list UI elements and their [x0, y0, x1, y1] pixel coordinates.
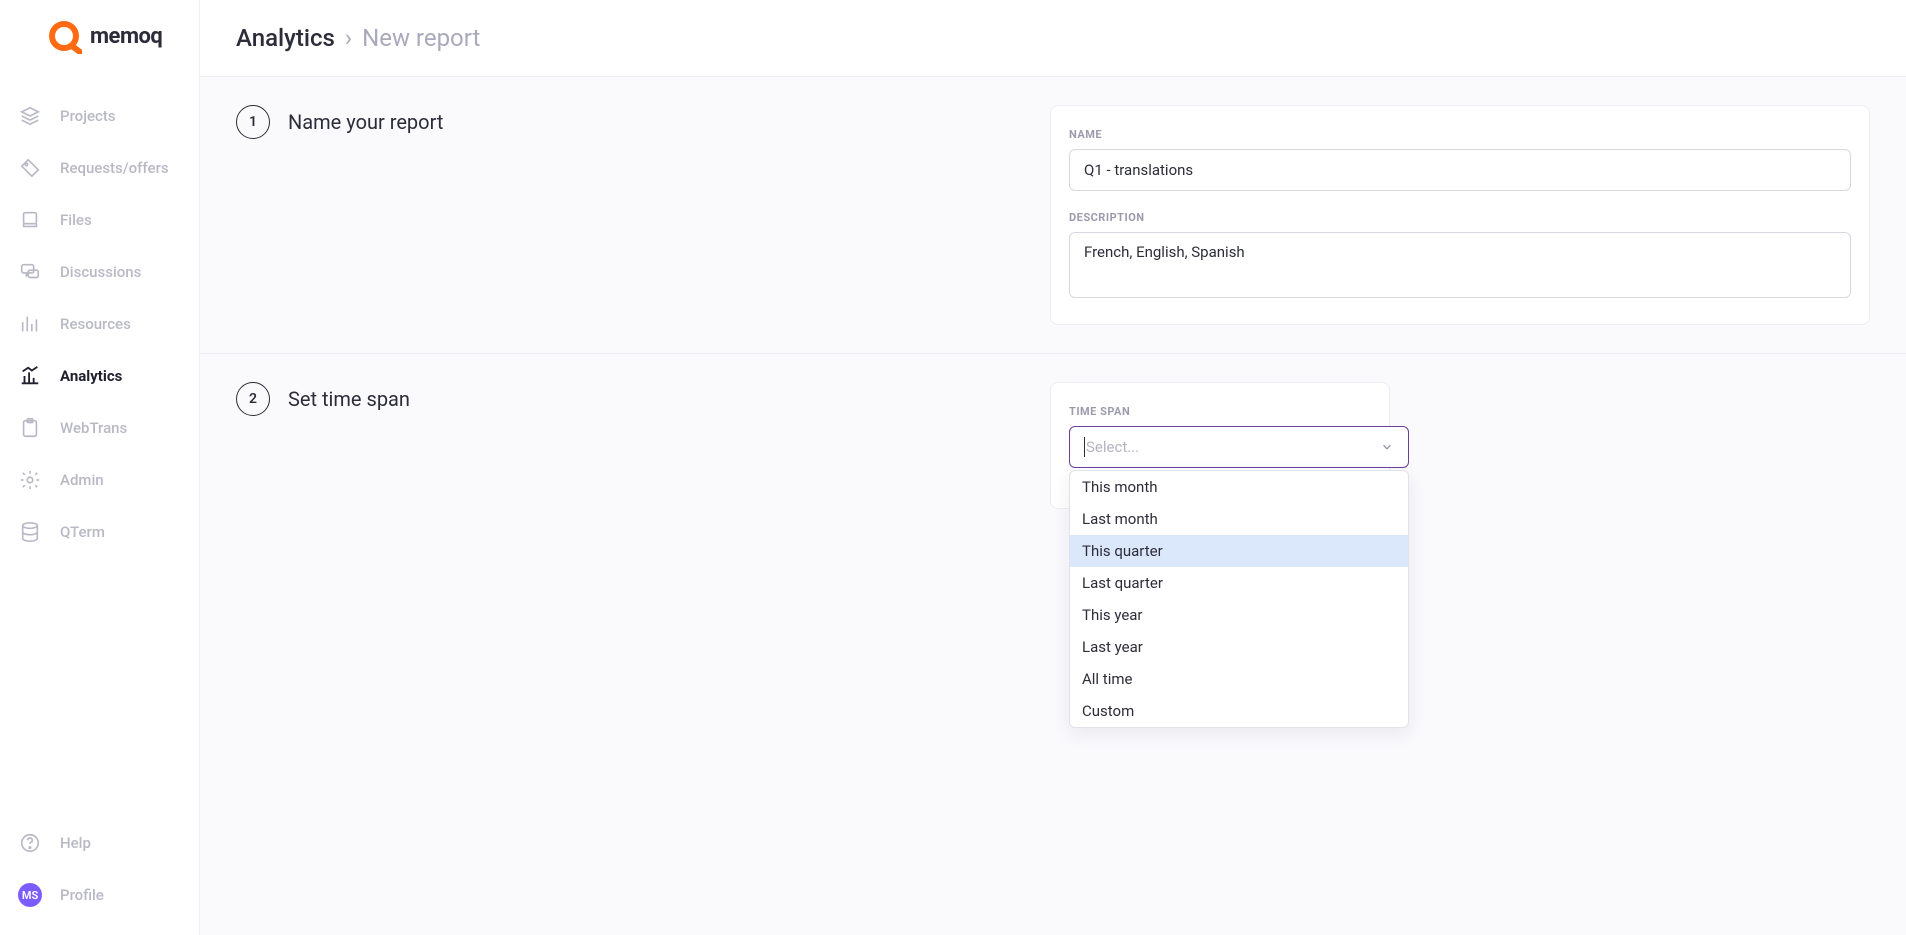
folders-icon	[18, 208, 42, 232]
step-title: Set time span	[288, 387, 410, 411]
sidebar-item-label: Help	[60, 834, 91, 852]
footer-nav: Help MS Profile	[0, 817, 199, 935]
timespan-dropdown: This monthLast monthThis quarterLast qua…	[1069, 470, 1409, 728]
step-title: Name your report	[288, 110, 443, 134]
bars-icon	[18, 312, 42, 336]
panel-name-report: NAME DESCRIPTION	[1050, 105, 1870, 325]
report-name-input[interactable]	[1069, 149, 1851, 191]
sidebar: memoq Projects Requests/offers	[0, 0, 200, 935]
section-name-report: 1 Name your report NAME DESCRIPTION	[200, 77, 1906, 353]
sidebar-item-requests[interactable]: Requests/offers	[0, 142, 199, 194]
report-description-input[interactable]	[1069, 232, 1851, 298]
sidebar-item-label: Files	[60, 211, 92, 229]
sidebar-item-label: Projects	[60, 107, 116, 125]
sidebar-item-admin[interactable]: Admin	[0, 454, 199, 506]
timespan-placeholder: Select...	[1086, 438, 1139, 456]
timespan-option[interactable]: This year	[1070, 599, 1408, 631]
db-icon	[18, 520, 42, 544]
timespan-option[interactable]: Last year	[1070, 631, 1408, 663]
sidebar-item-label: Discussions	[60, 263, 141, 281]
step-number: 1	[236, 105, 270, 139]
sidebar-item-label: Resources	[60, 315, 131, 333]
timespan-option[interactable]: All time	[1070, 663, 1408, 695]
breadcrumb: Analytics › New report	[200, 0, 1906, 77]
breadcrumb-current: New report	[362, 24, 480, 52]
brand-logo[interactable]: memoq	[0, 0, 199, 72]
sidebar-item-label: WebTrans	[60, 419, 127, 437]
sidebar-item-discussions[interactable]: Discussions	[0, 246, 199, 298]
timespan-option[interactable]: Last month	[1070, 503, 1408, 535]
sidebar-item-label: Admin	[60, 471, 104, 489]
timespan-option[interactable]: This quarter	[1070, 535, 1408, 567]
sidebar-item-projects[interactable]: Projects	[0, 90, 199, 142]
panel-time-span: TIME SPAN Select... This monthLast mont	[1050, 382, 1390, 509]
description-label: DESCRIPTION	[1069, 211, 1851, 224]
chat-icon	[18, 260, 42, 284]
brand-name: memoq	[90, 24, 162, 49]
sidebar-item-resources[interactable]: Resources	[0, 298, 199, 350]
step-number: 2	[236, 382, 270, 416]
timespan-option[interactable]: This month	[1070, 471, 1408, 503]
sidebar-item-help[interactable]: Help	[0, 817, 199, 869]
timespan-label: TIME SPAN	[1069, 405, 1371, 418]
sidebar-item-profile[interactable]: MS Profile	[0, 869, 199, 921]
clipboard-icon	[18, 416, 42, 440]
brand-icon	[46, 18, 82, 54]
timespan-option[interactable]: Custom	[1070, 695, 1408, 727]
sidebar-item-label: Profile	[60, 886, 104, 904]
main: Analytics › New report 1 Name your repor…	[200, 0, 1906, 935]
timespan-select[interactable]: Select...	[1069, 426, 1409, 468]
sidebar-item-label: QTerm	[60, 523, 105, 541]
timespan-option[interactable]: Last quarter	[1070, 567, 1408, 599]
sidebar-item-label: Requests/offers	[60, 159, 169, 177]
breadcrumb-root[interactable]: Analytics	[236, 24, 335, 52]
primary-nav: Projects Requests/offers Files	[0, 72, 199, 817]
text-cursor	[1084, 437, 1085, 457]
gear-icon	[18, 468, 42, 492]
name-label: NAME	[1069, 128, 1851, 141]
section-time-span: 2 Set time span TIME SPAN Select...	[200, 353, 1906, 537]
sidebar-item-qterm[interactable]: QTerm	[0, 506, 199, 558]
help-icon	[18, 831, 42, 855]
breadcrumb-separator: ›	[345, 24, 352, 52]
sidebar-item-webtrans[interactable]: WebTrans	[0, 402, 199, 454]
sidebar-item-label: Analytics	[60, 367, 122, 385]
tag-icon	[18, 156, 42, 180]
sidebar-item-files[interactable]: Files	[0, 194, 199, 246]
avatar: MS	[18, 883, 42, 907]
sidebar-item-analytics[interactable]: Analytics	[0, 350, 199, 402]
chevron-down-icon	[1380, 440, 1394, 454]
chart-icon	[18, 364, 42, 388]
stack-icon	[18, 104, 42, 128]
content-area: 1 Name your report NAME DESCRIPTION	[200, 77, 1906, 935]
